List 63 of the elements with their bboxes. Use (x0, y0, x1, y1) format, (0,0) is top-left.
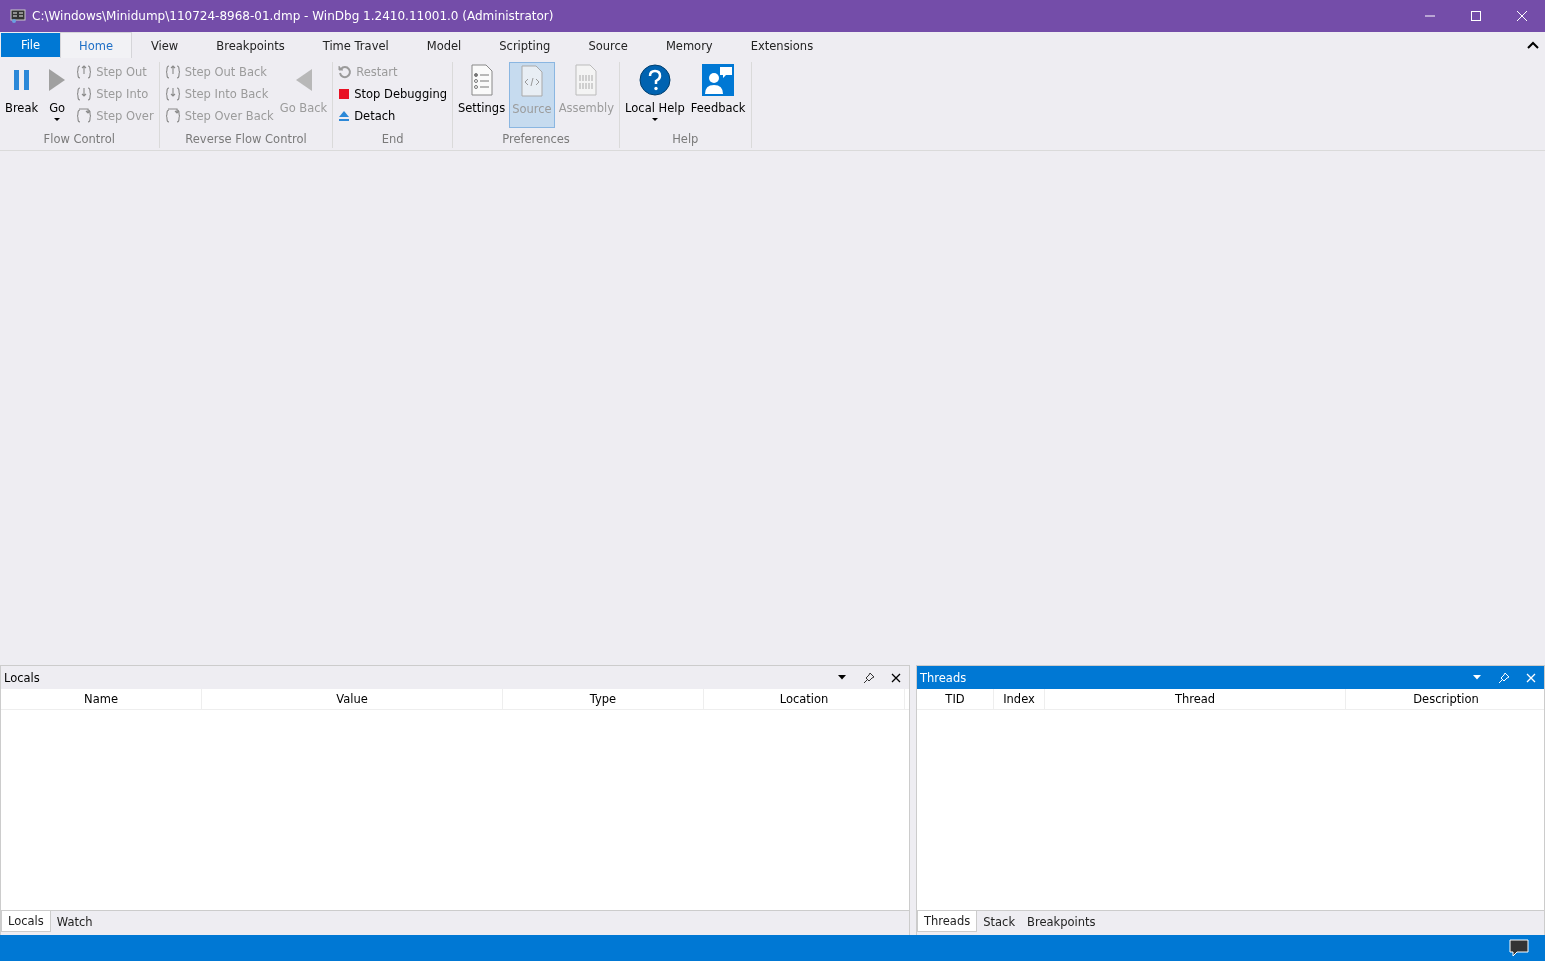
ribbon-tab[interactable]: Model (407, 32, 481, 58)
column-header[interactable]: Type (503, 689, 704, 709)
column-header[interactable]: Description (1346, 689, 1545, 709)
ribbon-group-label: Preferences (501, 132, 571, 148)
file-tab[interactable]: File (1, 33, 60, 57)
help-icon (638, 64, 671, 96)
ribbon-group-label: End (380, 132, 405, 148)
ribbon-tab[interactable]: Home (60, 32, 132, 58)
column-header[interactable]: Value (202, 689, 503, 709)
app-icon (10, 8, 26, 24)
chevron-up-icon (1527, 41, 1539, 49)
binary-document-icon (575, 64, 598, 96)
panel-tab[interactable]: Breakpoints (1021, 911, 1102, 932)
ribbon-button[interactable]: Go (42, 62, 73, 128)
ribbon-button[interactable]: Stop Debugging (336, 84, 449, 104)
window-title: C:\Windows\Minidump\110724-8968-01.dmp - WinDbg 1.2410.11001.0 (Administrator) (32, 9, 554, 23)
ribbon-tab[interactable]: Time Travel (303, 32, 408, 58)
braces-arrow-icon (164, 108, 181, 124)
braces-arrow-icon (164, 86, 181, 102)
eject-icon (338, 110, 351, 122)
close-icon (1525, 672, 1536, 683)
braces-arrow-icon (76, 86, 93, 102)
ribbon-tab[interactable]: View (131, 32, 198, 58)
panel-tab[interactable]: Locals (1, 911, 51, 932)
ribbon-tab[interactable]: Scripting (480, 32, 570, 58)
panel-tab[interactable]: Watch (50, 911, 99, 932)
ribbon-button[interactable]: Detach (336, 106, 449, 126)
column-header[interactable]: Index (994, 689, 1045, 709)
caret-down-icon (837, 675, 846, 680)
ribbon-tab[interactable]: Source (569, 32, 647, 58)
stop-icon (338, 88, 351, 100)
chat-icon (1509, 939, 1529, 957)
braces-arrow-icon (76, 108, 93, 124)
caret-down-icon (1472, 675, 1481, 680)
ribbon-group-label: Help (671, 132, 700, 148)
ribbon-tab[interactable]: Breakpoints (197, 32, 304, 58)
ribbon-tab[interactable]: Memory (646, 32, 732, 58)
braces-arrow-icon (76, 64, 93, 80)
close-icon (890, 672, 901, 683)
close-icon (1516, 10, 1528, 22)
settings-document-icon (470, 64, 493, 96)
ribbon-tab[interactable]: Extensions (731, 32, 833, 58)
ribbon-button[interactable]: Feedback (688, 62, 748, 128)
feedback-icon (702, 64, 735, 96)
ribbon-group-label: Reverse Flow Control (184, 132, 308, 148)
panel-tab[interactable]: Stack (977, 911, 1022, 932)
column-header[interactable]: Thread (1045, 689, 1346, 709)
code-document-icon (520, 65, 543, 97)
ribbon-button[interactable]: Settings (455, 62, 508, 128)
column-header[interactable]: Location (704, 689, 905, 709)
ribbon-group-label: Flow Control (42, 132, 117, 148)
ribbon-button[interactable]: Break (3, 62, 41, 128)
pin-icon (1497, 671, 1510, 684)
column-header[interactable]: Name (1, 689, 202, 709)
pin-icon (862, 671, 875, 684)
column-header[interactable]: TID (917, 689, 994, 709)
maximize-icon (1470, 10, 1482, 22)
braces-arrow-icon (164, 64, 181, 80)
panel-title: Threads (920, 670, 967, 685)
panel-title: Locals (4, 670, 40, 685)
panel-tab[interactable]: Threads (917, 911, 978, 932)
ribbon-button[interactable]: Local Help (623, 62, 687, 128)
restart-icon (338, 65, 353, 79)
